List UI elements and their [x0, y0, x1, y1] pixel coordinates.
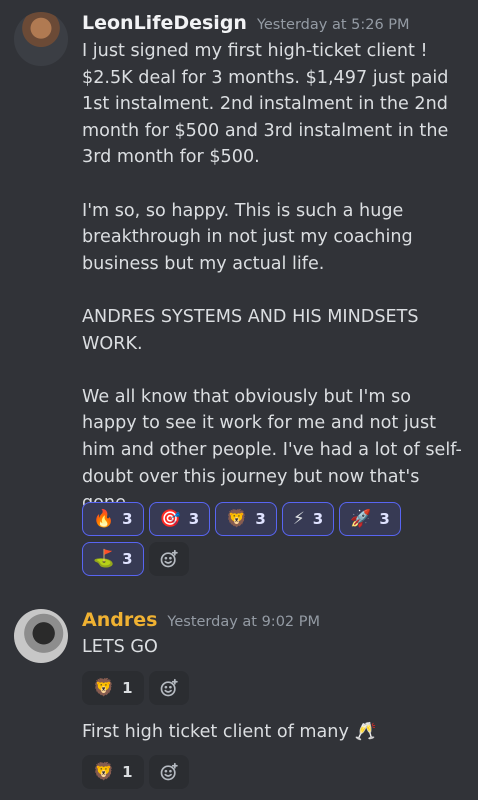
reaction-count: 3	[122, 510, 133, 528]
add-reaction-icon	[160, 762, 178, 781]
reaction-count: 3	[312, 510, 324, 528]
username[interactable]: LeonLifeDesign	[82, 12, 247, 34]
message-paragraph: First high ticket client of many 🥂	[82, 722, 377, 742]
reaction-count: 1	[122, 679, 133, 697]
message-paragraph: ANDRES SYSTEMS AND HIS MINDSETS WORK.	[82, 306, 419, 354]
add-reaction-icon	[160, 549, 178, 568]
message-paragraph: We all know that obviously but I'm so ha…	[82, 386, 462, 513]
add-reaction-icon	[160, 678, 178, 697]
reaction-lion[interactable]: 🦁 1	[82, 671, 144, 705]
add-reaction-button[interactable]	[148, 755, 189, 789]
message-content: I just signed my first high-ticket clien…	[82, 38, 467, 517]
reactions-row: 🦁 1	[82, 671, 189, 705]
reaction-count: 3	[379, 510, 390, 528]
message-header: Andres Yesterday at 9:02 PM	[82, 609, 320, 631]
message-content: First high ticket client of many 🥂	[82, 719, 467, 746]
message-content: LETS GO	[82, 634, 467, 661]
timestamp: Yesterday at 9:02 PM	[167, 614, 321, 630]
reaction-count: 3	[122, 550, 133, 568]
reactions-row: ⛳ 3	[82, 542, 189, 576]
message-paragraph: I just signed my first high-ticket clien…	[82, 41, 449, 168]
lion-icon: 🦁	[226, 508, 248, 529]
lion-icon: 🦁	[93, 677, 115, 698]
add-reaction-button[interactable]	[148, 671, 189, 705]
rocket-icon: 🚀	[350, 508, 372, 529]
avatar[interactable]	[14, 12, 68, 66]
reaction-count: 3	[255, 510, 266, 528]
reaction-lion[interactable]: 🦁 1	[82, 755, 144, 789]
reaction-golf-flag[interactable]: ⛳ 3	[82, 542, 144, 576]
reaction-lightning[interactable]: ⚡ 3	[281, 502, 335, 536]
message-paragraph: I'm so, so happy. This is such a huge br…	[82, 200, 413, 274]
reaction-count: 1	[122, 763, 133, 781]
reaction-dart[interactable]: 🎯 3	[148, 502, 211, 536]
reaction-lion[interactable]: 🦁 3	[215, 502, 277, 536]
dart-icon: 🎯	[159, 508, 181, 529]
avatar[interactable]	[14, 609, 68, 663]
timestamp: Yesterday at 5:26 PM	[256, 17, 410, 33]
add-reaction-button[interactable]	[148, 542, 189, 576]
fire-icon: 🔥	[93, 508, 115, 529]
reactions-row: 🔥 3 🎯 3 🦁 3 ⚡ 3 🚀 3	[82, 502, 401, 536]
golf-flag-icon: ⛳	[93, 548, 115, 569]
lion-icon: 🦁	[93, 761, 115, 782]
message-paragraph: LETS GO	[82, 637, 158, 657]
username[interactable]: Andres	[82, 609, 157, 631]
reaction-fire[interactable]: 🔥 3	[82, 502, 144, 536]
lightning-icon: ⚡	[292, 508, 305, 529]
reaction-count: 3	[188, 510, 200, 528]
message-header: LeonLifeDesign Yesterday at 5:26 PM	[82, 12, 410, 34]
reactions-row: 🦁 1	[82, 755, 189, 789]
reaction-rocket[interactable]: 🚀 3	[339, 502, 401, 536]
